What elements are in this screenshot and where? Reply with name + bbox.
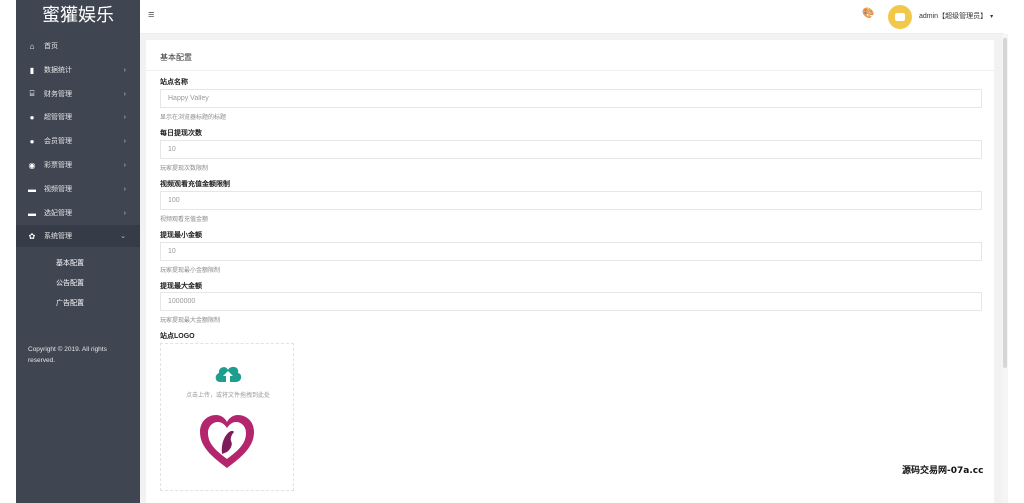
field-label-site-logo: 站点LOGO bbox=[160, 333, 195, 340]
topbar: ≡ 🎨 admin【超级管理员】 ▾ bbox=[140, 0, 1004, 34]
field-label-video-recharge-limit: 视频观看充值金额限制 bbox=[160, 181, 230, 188]
field-help-daily-withdraw-count: 玩家提现次数限制 bbox=[160, 166, 209, 172]
user-name: admin【超级管理员】 bbox=[919, 13, 988, 20]
avatar-face bbox=[895, 13, 905, 21]
site-logo-image bbox=[200, 415, 254, 468]
sidebar-item-label: 彩票管理 bbox=[44, 162, 72, 169]
chevron-right-icon: › bbox=[123, 161, 126, 169]
chevron-right-icon: › bbox=[123, 90, 126, 98]
palette-icon[interactable]: 🎨 bbox=[862, 8, 874, 19]
copyright-text: Copyright © 2019. All rights reserved. bbox=[28, 346, 107, 364]
logo-upload-area[interactable]: 点击上传，或将文件拖拽到此处 bbox=[160, 343, 294, 491]
sidebar-item-home[interactable]: ⌂ 首页 bbox=[16, 35, 140, 57]
page-scrollbar[interactable] bbox=[1002, 34, 1008, 503]
scrollbar-thumb[interactable] bbox=[1003, 38, 1007, 368]
max-withdraw-input[interactable] bbox=[160, 292, 982, 311]
sidebar-item-members[interactable]: ● 会员管理 › bbox=[16, 130, 140, 152]
min-withdraw-input[interactable] bbox=[160, 242, 982, 261]
sidebar-subitem-basic-config[interactable]: 基本配置 bbox=[56, 258, 84, 268]
sidebar-subitem-ad-config[interactable]: 广告配置 bbox=[56, 298, 84, 308]
sidebar-item-finance[interactable]: ⌸ 财务管理 › bbox=[16, 83, 140, 105]
chevron-down-icon: ⌄ bbox=[120, 233, 126, 240]
sidebar-item-label: 视频管理 bbox=[44, 186, 72, 193]
gamepad-icon: ◉ bbox=[28, 160, 36, 170]
chevron-right-icon: › bbox=[123, 137, 126, 145]
user-icon: ● bbox=[29, 112, 35, 122]
sidebar-subitem-notice-config[interactable]: 公告配置 bbox=[56, 278, 84, 288]
field-help-max-withdraw: 玩家提现最大金额限制 bbox=[160, 318, 221, 324]
bank-icon: ⌸ bbox=[29, 89, 35, 98]
sidebar-item-label: 系统管理 bbox=[44, 233, 72, 240]
chevron-right-icon: › bbox=[123, 185, 126, 193]
video-icon: ▬ bbox=[28, 184, 36, 194]
video-recharge-limit-input[interactable] bbox=[160, 191, 982, 210]
config-card: 基本配置 站点名称 显示在浏览器标题的标题 每日提现次数 玩家提现次数限制 视频… bbox=[146, 40, 994, 503]
field-label-daily-withdraw-count: 每日提现次数 bbox=[160, 130, 202, 137]
sidebar-item-lottery[interactable]: ◉ 彩票管理 › bbox=[16, 154, 140, 176]
avatar[interactable] bbox=[888, 5, 912, 29]
field-label-site-name: 站点名称 bbox=[160, 79, 188, 86]
bar-chart-icon: ▮ bbox=[29, 65, 35, 75]
sidebar-item-label: 选妃管理 bbox=[44, 210, 72, 217]
sidebar: 蜜獾娱乐 ⌂ 首页 ▮ 数据统计 › ⌸ 财务管理 › ● 超管管理 › ● 会… bbox=[16, 0, 140, 503]
menu-toggle-icon[interactable]: ≡ bbox=[148, 9, 154, 21]
sidebar-item-label: 数据统计 bbox=[44, 67, 72, 74]
site-name-input[interactable] bbox=[160, 89, 982, 108]
chevron-right-icon: › bbox=[123, 113, 126, 121]
field-label-max-withdraw: 提现最大金额 bbox=[160, 283, 202, 290]
sidebar-item-label: 超管管理 bbox=[44, 114, 72, 121]
users-icon: ● bbox=[29, 136, 35, 146]
sidebar-item-statistics[interactable]: ▮ 数据统计 › bbox=[16, 59, 140, 81]
upload-hint: 点击上传，或将文件拖拽到此处 bbox=[185, 393, 270, 399]
sidebar-item-system[interactable]: ✿ 系统管理 ⌄ bbox=[16, 225, 140, 247]
gear-icon: ✿ bbox=[28, 231, 36, 241]
field-label-min-withdraw: 提现最小金额 bbox=[160, 232, 202, 239]
page-title: 基本配置 bbox=[160, 53, 192, 62]
video-icon: ▬ bbox=[28, 208, 36, 218]
user-menu[interactable]: admin【超级管理员】 ▾ bbox=[919, 11, 993, 21]
app-root: 蜜獾娱乐 ⌂ 首页 ▮ 数据统计 › ⌸ 财务管理 › ● 超管管理 › ● 会… bbox=[0, 0, 1024, 503]
sidebar-item-label: 会员管理 bbox=[44, 138, 72, 145]
sidebar-item-selection[interactable]: ▬ 选妃管理 › bbox=[16, 202, 140, 224]
cloud-upload-icon bbox=[215, 366, 242, 382]
sidebar-item-label: 首页 bbox=[44, 43, 58, 50]
chevron-right-icon: › bbox=[123, 209, 126, 217]
home-icon: ⌂ bbox=[29, 41, 35, 51]
daily-withdraw-count-input[interactable] bbox=[160, 140, 982, 159]
caret-down-icon: ▾ bbox=[990, 14, 994, 20]
field-help-site-name: 显示在浏览器标题的标题 bbox=[160, 115, 227, 121]
chevron-right-icon: › bbox=[123, 66, 126, 74]
brand-title: 蜜獾娱乐 bbox=[42, 5, 114, 26]
sidebar-item-super-admin[interactable]: ● 超管管理 › bbox=[16, 106, 140, 128]
sidebar-item-video[interactable]: ▬ 视频管理 › bbox=[16, 178, 140, 200]
watermark-text: 源码交易网-07a.cc bbox=[902, 466, 984, 476]
card-divider bbox=[146, 70, 994, 71]
field-help-min-withdraw: 玩家提现最小金额限制 bbox=[160, 268, 221, 274]
sidebar-item-label: 财务管理 bbox=[44, 91, 72, 98]
field-help-video-recharge-limit: 视频观看充值金额 bbox=[160, 217, 209, 223]
